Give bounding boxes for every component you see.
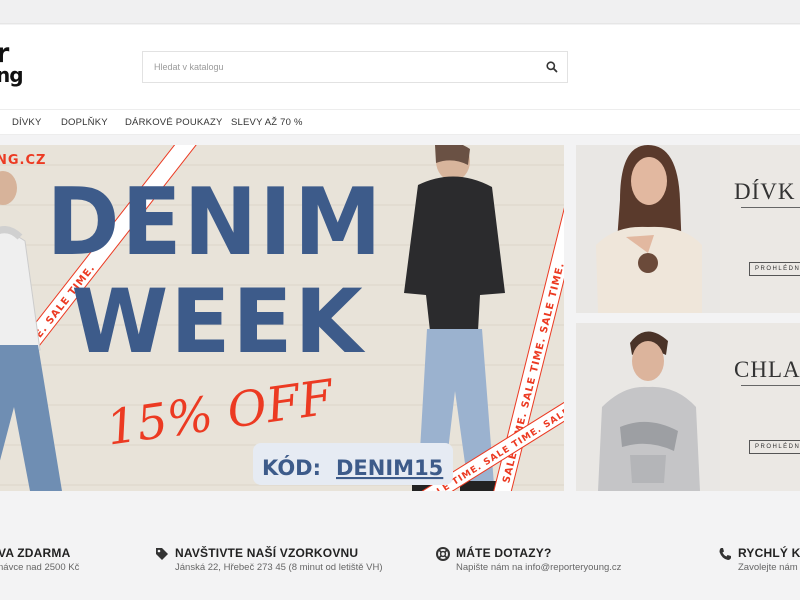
hero-banner[interactable]: SALE TIME. SALE TIME. SALE TIME. NG.CZ D… xyxy=(0,145,564,491)
hero-headline-2: WEEK xyxy=(71,270,365,373)
promo-code-label: KÓD: xyxy=(262,455,321,480)
benefit-title: MÁTE DOTAZY? xyxy=(456,546,552,560)
nav-item-slevy[interactable]: SLEVY AŽ 70 % xyxy=(231,117,303,128)
tile-title: CHLA xyxy=(734,357,800,382)
phone-icon xyxy=(718,547,732,561)
hero-headline-1: DENIM xyxy=(46,169,383,277)
search-box xyxy=(142,51,568,83)
tile-divider xyxy=(741,207,800,208)
benefit-title: NAVŠTIVTE NAŠÍ VZORKOVNU xyxy=(175,546,359,560)
nav-item-divky[interactable]: DÍVKY xyxy=(12,117,42,128)
header: r ng xyxy=(0,25,800,109)
logo[interactable]: r ng xyxy=(0,38,24,88)
promo-code-value: DENIM15 xyxy=(336,456,443,480)
benefit-subtitle: návce nad 2500 Kč xyxy=(0,562,80,573)
tile-divider xyxy=(741,385,800,386)
hero-artwork: SALE TIME. SALE TIME. SALE TIME. NG.CZ D… xyxy=(0,145,564,491)
search-icon[interactable] xyxy=(545,60,559,74)
benefit-shipping: VA ZDARMA návce nad 2500 Kč xyxy=(0,546,79,573)
main-nav: DÍVKY DOPLŇKY DÁRKOVÉ POUKAZY SLEVY AŽ 7… xyxy=(0,109,800,135)
search-input[interactable] xyxy=(143,52,523,82)
benefits-bar: VA ZDARMA návce nad 2500 Kč NAVŠTIVTE NA… xyxy=(0,520,800,600)
benefit-subtitle: Zavolejte nám xyxy=(738,562,798,573)
category-tile-chlapci[interactable]: CHLA PROHLÉDN xyxy=(576,323,800,491)
page: r ng DÍVKY DOPLŇKY DÁRKOVÉ POUKAZY SLEVY… xyxy=(0,0,800,600)
tag-icon xyxy=(155,547,169,561)
nav-item-doplnky[interactable]: DOPLŇKY xyxy=(61,117,108,128)
hero-site-name: NG.CZ xyxy=(0,153,46,168)
lifebuoy-icon xyxy=(436,547,450,561)
benefit-questions: MÁTE DOTAZY? Napište nám na info@reporte… xyxy=(436,546,622,573)
benefit-subtitle: Napište nám na info@reporteryoung.cz xyxy=(456,562,622,573)
benefit-showroom: NAVŠTIVTE NAŠÍ VZORKOVNU Jánská 22, Hřeb… xyxy=(156,546,383,573)
logo-line-1: r xyxy=(0,38,9,69)
top-bar xyxy=(0,0,800,24)
browse-button[interactable]: PROHLÉDN xyxy=(749,440,800,454)
nav-item-darkove-poukazy[interactable]: DÁRKOVÉ POUKAZY xyxy=(125,117,223,128)
tile-title: DÍVK xyxy=(734,179,796,204)
category-tile-divky[interactable]: DÍVK PROHLÉDN xyxy=(576,145,800,313)
browse-button[interactable]: PROHLÉDN xyxy=(749,262,800,276)
benefit-title: RYCHLÝ KO xyxy=(738,546,800,560)
benefit-subtitle: Jánská 22, Hřebeč 273 45 (8 minut od let… xyxy=(175,562,383,573)
benefit-title: VA ZDARMA xyxy=(0,546,71,560)
boy-model-photo xyxy=(576,323,720,491)
girl-model-photo xyxy=(576,145,720,313)
logo-line-2: ng xyxy=(0,63,24,88)
benefit-contact: RYCHLÝ KO Zavolejte nám xyxy=(719,546,800,573)
